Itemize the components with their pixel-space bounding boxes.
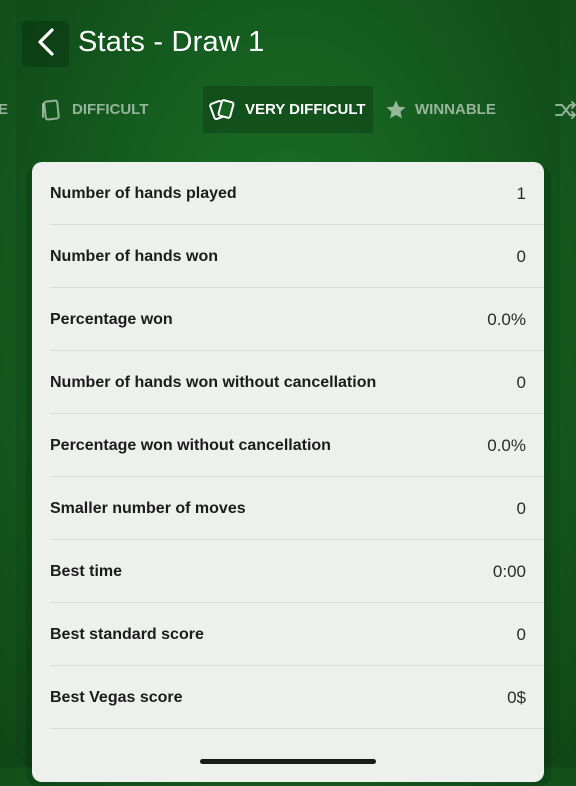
page-title: Stats - Draw 1 xyxy=(78,26,265,58)
stat-row-smaller-moves: Smaller number of moves 0 xyxy=(32,477,544,540)
stat-label: Percentage won xyxy=(50,310,173,328)
tab-bar: E DIFFICULT VERY DIFFICULT WINNABLE xyxy=(0,86,576,133)
tab-very-difficult[interactable]: VERY DIFFICULT xyxy=(203,86,373,133)
stat-row-percentage-won: Percentage won 0.0% xyxy=(32,288,544,351)
stat-value: 0:00 xyxy=(492,561,526,581)
stat-row-hands-won: Number of hands won 0 xyxy=(32,225,544,288)
chevron-left-icon xyxy=(35,27,57,62)
shuffle-icon xyxy=(554,99,576,121)
stat-label: Best time xyxy=(50,562,123,580)
tab-shuffle[interactable] xyxy=(554,86,576,133)
tab-winnable[interactable]: WINNABLE xyxy=(385,86,496,133)
stat-value: 0 xyxy=(516,372,526,392)
stat-row-percentage-without-cancellation: Percentage won without cancellation 0.0% xyxy=(32,414,544,477)
tab-partial[interactable]: E xyxy=(0,86,8,133)
stat-label: Best standard score xyxy=(50,625,204,643)
cards-icon xyxy=(209,98,237,122)
card-icon xyxy=(40,99,64,121)
stat-value: 0$ xyxy=(507,687,526,707)
tab-label: VERY DIFFICULT xyxy=(245,101,366,118)
stat-row-hands-played: Number of hands played 1 xyxy=(32,162,544,225)
stat-value: 0 xyxy=(516,246,526,266)
stat-row-won-without-cancellation: Number of hands won without cancellation… xyxy=(32,351,544,414)
star-icon xyxy=(385,99,407,121)
home-indicator[interactable] xyxy=(200,759,376,764)
stat-row-best-standard-score: Best standard score 0 xyxy=(32,603,544,666)
stat-label: Number of hands won xyxy=(50,247,218,265)
tab-label: DIFFICULT xyxy=(72,101,149,118)
stats-card: Number of hands played 1 Number of hands… xyxy=(32,162,544,782)
tab-difficult[interactable]: DIFFICULT xyxy=(40,86,148,133)
stat-label: Best Vegas score xyxy=(50,688,183,706)
stat-value: 0 xyxy=(516,624,526,644)
stat-value: 1 xyxy=(516,183,526,203)
stat-label: Smaller number of moves xyxy=(50,499,246,517)
stat-label: Percentage won without cancellation xyxy=(50,436,331,454)
stat-value: 0 xyxy=(516,498,526,518)
stat-value: 0.0% xyxy=(487,435,526,455)
divider xyxy=(50,728,544,729)
tab-label: E xyxy=(0,101,9,118)
stat-label: Number of hands won without cancellation xyxy=(50,373,377,391)
back-button[interactable] xyxy=(22,21,69,67)
stat-row-best-time: Best time 0:00 xyxy=(32,540,544,603)
stat-row-best-vegas-score: Best Vegas score 0$ xyxy=(32,666,544,729)
stat-label: Number of hands played xyxy=(50,184,237,202)
tab-label: WINNABLE xyxy=(415,101,496,118)
stat-value: 0.0% xyxy=(487,309,526,329)
